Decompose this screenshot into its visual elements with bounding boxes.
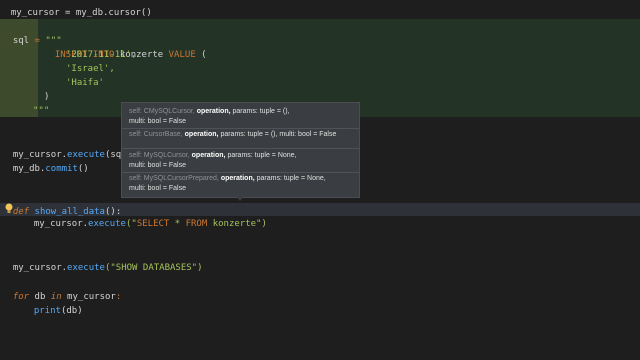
code-token: sql: [12, 36, 30, 46]
code-token: my_cursor.: [12, 263, 68, 273]
code-token: =: [59, 8, 76, 18]
signature-self: self: MySQLCursor,: [129, 152, 190, 159]
code-token: FROM: [185, 219, 208, 229]
code-token: (): [77, 164, 89, 174]
signature-extra: multi: bool = False: [129, 162, 186, 169]
code-token: my_cursor.: [33, 219, 89, 229]
popup-caret: [236, 196, 244, 201]
signature-self: self: CMySQLCursor,: [129, 108, 195, 115]
code-line-commit[interactable]: my_db.commit(): [2, 148, 89, 174]
signature-self: self: CursorBase,: [129, 131, 183, 138]
lightbulb-icon[interactable]: [5, 203, 15, 216]
signature-operation: operation,: [184, 131, 219, 138]
code-token: (: [195, 50, 207, 60]
code-token: execute: [67, 263, 105, 273]
signature-self: self: MySQLCursorPrepared,: [129, 175, 219, 182]
code-token: SELECT: [136, 219, 170, 229]
code-token: my_cursor: [10, 8, 60, 18]
signature-params: params: tuple = (), multi: bool = False: [220, 131, 337, 138]
code-token: (db): [60, 306, 83, 316]
code-line-close-paren[interactable]: ): [44, 90, 49, 104]
code-line-show-databases[interactable]: my_cursor.execute("SHOW DATABASES"): [2, 247, 203, 273]
code-token: :: [115, 292, 122, 302]
code-line-for[interactable]: for db in my_cursor:: [2, 276, 121, 302]
signature-item-mysqlcursor: self: MySQLCursor, operation, params: tu…: [129, 151, 353, 171]
code-line-cursor[interactable]: my_cursor = my_db.cursor(): [0, 0, 152, 18]
signature-params: params: tuple = None,: [227, 152, 297, 159]
signature-extra: multi: bool = False: [129, 118, 186, 125]
popup-divider: [122, 148, 359, 149]
code-token: konzerte"): [207, 219, 267, 229]
popup-divider: [122, 172, 359, 173]
lightbulb-svg: [5, 203, 13, 213]
code-token: (": [125, 219, 137, 229]
code-line-value-city[interactable]: 'Haifa': [66, 76, 104, 90]
code-token: my_db.: [12, 164, 46, 174]
code-line-insert[interactable]: INSERT INTO konzerte VALUE (: [44, 34, 207, 60]
signature-operation: operation,: [191, 152, 226, 159]
code-token: *: [169, 219, 186, 229]
popup-divider: [122, 128, 359, 129]
signature-extra: multi: bool = False: [129, 185, 186, 192]
signature-params: params: tuple = (),: [232, 108, 290, 115]
code-line-value-country[interactable]: 'Israel',: [66, 62, 115, 76]
code-line-sql-assign[interactable]: sql = """: [2, 20, 62, 46]
code-line-print[interactable]: print(db): [23, 290, 83, 316]
code-token: =: [29, 36, 46, 46]
signature-item-cursorbase: self: CursorBase, operation, params: tup…: [129, 130, 353, 140]
code-line-execute-select[interactable]: my_cursor.execute("SELECT * FROM konzert…: [23, 203, 267, 229]
code-line-execute-sql[interactable]: my_cursor.execute(sql): [2, 134, 132, 160]
code-token: ("SHOW DATABASES"): [104, 263, 203, 273]
signature-params: params: tuple = None,: [256, 175, 326, 182]
signature-operation: operation,: [220, 175, 255, 182]
code-token: print: [33, 306, 61, 316]
code-token: execute: [88, 219, 126, 229]
signature-operation: operation,: [196, 108, 231, 115]
signature-item-cmysqlcursor: self: CMySQLCursor, operation, params: t…: [129, 107, 353, 127]
signature-item-mysqlcursorprepared: self: MySQLCursorPrepared, operation, pa…: [129, 174, 353, 194]
parameter-info-popup: self: CMySQLCursor, operation, params: t…: [121, 102, 360, 198]
code-token: VALUE: [168, 50, 196, 60]
code-token: commit: [45, 164, 78, 174]
code-token: my_db.cursor(): [75, 8, 152, 18]
code-line-close-quote[interactable]: """: [33, 104, 49, 118]
code-line-value-date[interactable]: '2017-11-11',: [66, 48, 136, 62]
